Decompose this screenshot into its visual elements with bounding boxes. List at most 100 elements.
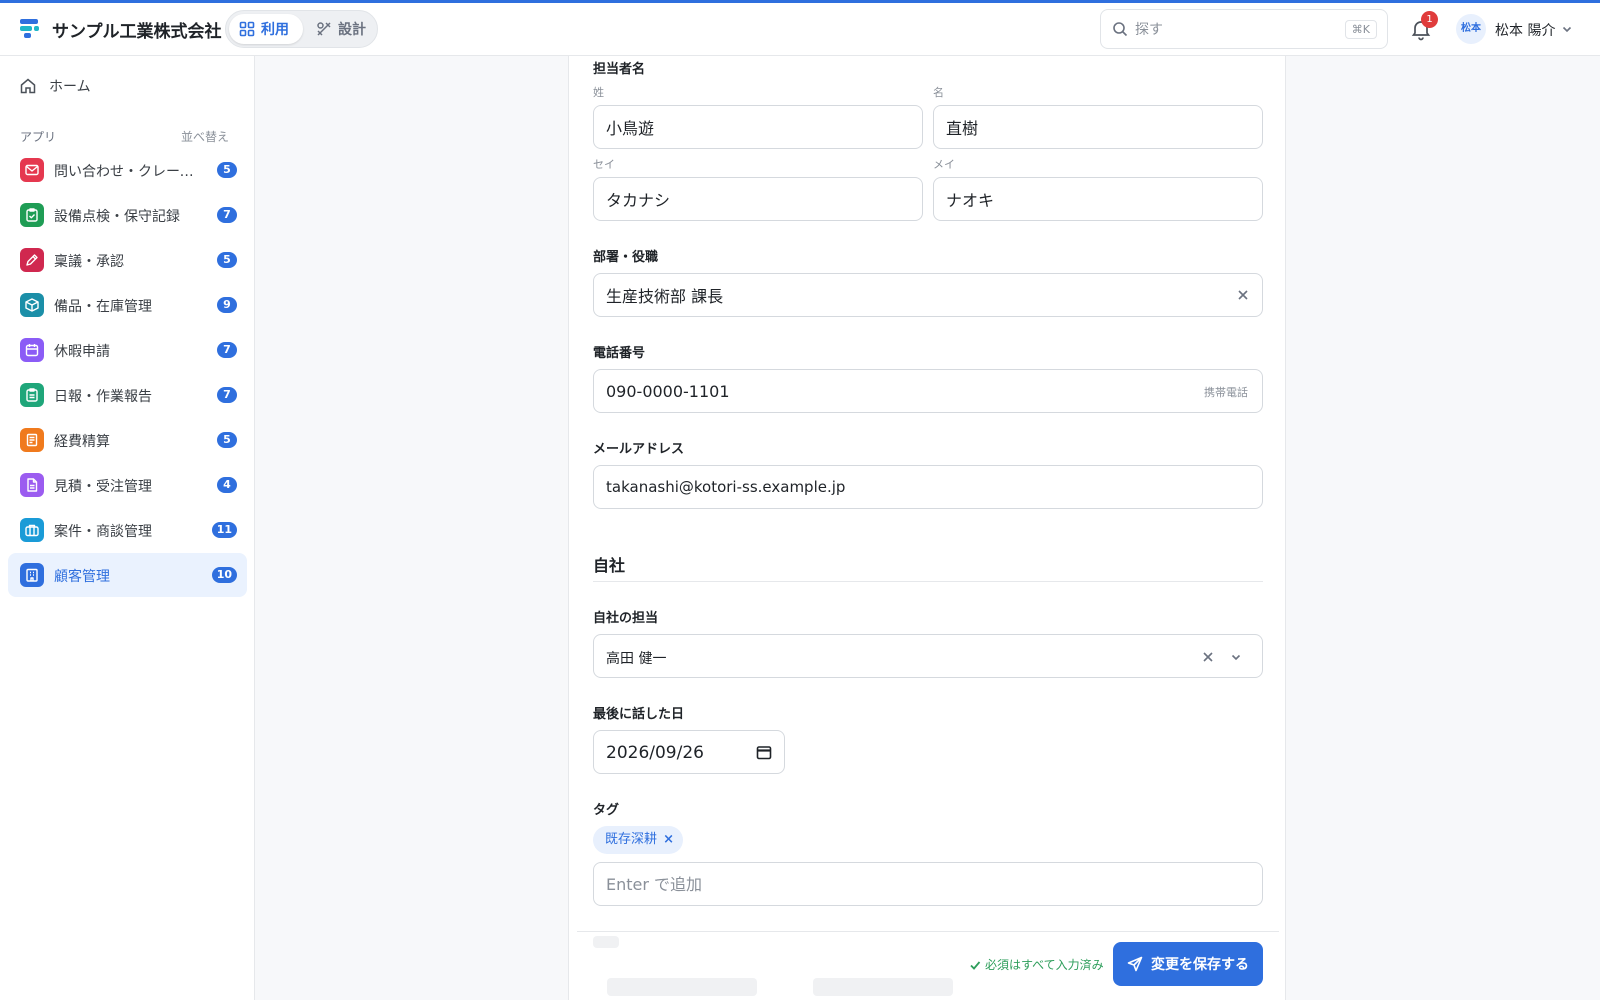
faded-content <box>607 978 757 996</box>
sidebar-app-label: 見積・受注管理 <box>54 479 152 495</box>
user-name[interactable]: 松本 陽介 <box>1495 20 1555 40</box>
search-input[interactable] <box>1135 18 1315 42</box>
avatar[interactable]: 松本 <box>1456 14 1486 44</box>
owner-selected-value: 高田 健一 <box>606 651 667 667</box>
email-label: メールアドレス <box>593 442 685 457</box>
mode-design-label: 設計 <box>338 22 366 38</box>
sidebar-app-label: 経費精算 <box>54 434 110 450</box>
last-kana-field[interactable] <box>593 177 923 221</box>
contact-name-label: 担当者名 <box>593 62 646 77</box>
check-icon <box>970 960 981 970</box>
phone-type-hint: 携帯電話 <box>1204 386 1248 399</box>
tools-icon <box>317 22 331 36</box>
faded-content <box>813 978 953 996</box>
last-kana-label: セイ <box>593 158 615 171</box>
section-divider <box>593 581 1263 582</box>
building-icon <box>20 563 44 587</box>
notification-badge: 1 <box>1421 11 1438 28</box>
sidebar-app-count-badge: 11 <box>211 522 237 538</box>
customer-edit-form: 担当者名 姓 名 セイ メイ 部署・役職 電話番号 携帯電話 メールアドレス 自… <box>568 56 1286 1000</box>
tags-label: タグ <box>593 803 620 818</box>
footer-divider <box>577 931 1279 932</box>
department-label: 部署・役職 <box>593 250 659 265</box>
last-name-field[interactable] <box>593 105 923 149</box>
sidebar-app-count-badge: 5 <box>217 432 237 448</box>
chevron-down-icon[interactable] <box>1230 651 1242 663</box>
sidebar-app-item[interactable]: 備品・在庫管理 9 <box>8 283 247 327</box>
clipboard-icon <box>20 383 44 407</box>
sidebar-app-count-badge: 10 <box>211 567 237 583</box>
last-talk-date-value: 2026/09/26 <box>606 743 704 763</box>
first-name-field[interactable] <box>933 105 1263 149</box>
email-field[interactable] <box>593 465 1263 509</box>
sidebar-app-item[interactable]: 問い合わせ・クレーム管理 5 <box>8 148 247 192</box>
tag-input[interactable] <box>593 862 1263 906</box>
last-talk-date-field[interactable]: 2026/09/26 <box>593 730 785 774</box>
pen-icon <box>20 248 44 272</box>
sidebar-app-count-badge: 5 <box>217 252 237 268</box>
briefcase-icon <box>20 518 44 542</box>
grid-icon <box>239 21 255 37</box>
sidebar-app-item[interactable]: 稟議・承認 5 <box>8 238 247 282</box>
phone-field[interactable] <box>593 369 1263 413</box>
search-icon <box>1113 22 1128 37</box>
last-name-label: 姓 <box>593 86 604 99</box>
sidebar-app-count-badge: 7 <box>217 387 237 403</box>
owner-select[interactable]: 高田 健一 <box>593 634 1263 678</box>
first-name-label: 名 <box>933 86 944 99</box>
sidebar-app-count-badge: 7 <box>217 342 237 358</box>
last-talk-label: 最後に話した日 <box>593 707 685 722</box>
sidebar-app-item[interactable]: 顧客管理 10 <box>8 553 247 597</box>
sidebar-app-count-badge: 9 <box>217 297 237 313</box>
tag-chip-label: 既存深耕 <box>605 832 658 847</box>
department-field[interactable] <box>593 273 1263 317</box>
tag-chip: 既存深耕 × <box>593 826 684 854</box>
receipt-icon <box>20 428 44 452</box>
sidebar-app-item[interactable]: 設備点検・保守記録 7 <box>8 193 247 237</box>
sidebar-app-label: 日報・作業報告 <box>54 389 152 405</box>
apps-section-label: アプリ <box>20 130 57 144</box>
mail-icon <box>20 158 44 182</box>
sidebar-app-count-badge: 4 <box>217 477 237 493</box>
owner-label: 自社の担当 <box>593 611 659 626</box>
clear-icon[interactable] <box>1237 289 1249 301</box>
global-search: ⌘K <box>1100 9 1388 49</box>
sidebar: ホーム アプリ 並べ替え 問い合わせ・クレーム管理 5 設備点検・保守記録 7 稟議・承… <box>0 56 255 1000</box>
send-icon <box>1127 956 1143 972</box>
clear-icon[interactable] <box>1202 651 1214 663</box>
phone-label: 電話番号 <box>593 346 646 361</box>
sidebar-app-item[interactable]: 案件・商談管理 11 <box>8 508 247 552</box>
clipboard-check-icon <box>20 203 44 227</box>
faded-content <box>593 936 619 948</box>
mode-use-button[interactable]: 利用 <box>229 14 303 44</box>
section-title-company: 自社 <box>593 556 626 575</box>
app-header: サンプル工業株式会社 利用 設計 ⌘K 1 松本 松本 陽介 <box>0 3 1600 56</box>
sidebar-app-label: 設備点検・保守記録 <box>54 209 180 225</box>
sidebar-app-count-badge: 7 <box>217 207 237 223</box>
sidebar-app-item[interactable]: 日報・作業報告 7 <box>8 373 247 417</box>
mode-use-label: 利用 <box>261 22 289 38</box>
mode-toggle: 利用 設計 <box>225 10 378 48</box>
required-note-text: 必須はすべて入力済み <box>985 958 1104 972</box>
sidebar-app-item[interactable]: 見積・受注管理 4 <box>8 463 247 507</box>
app-logo-icon <box>20 19 39 38</box>
calendar-icon[interactable] <box>756 744 772 760</box>
sidebar-app-item[interactable]: 経費精算 5 <box>8 418 247 462</box>
sidebar-app-label: 備品・在庫管理 <box>54 299 152 315</box>
box-icon <box>20 293 44 317</box>
first-kana-field[interactable] <box>933 177 1263 221</box>
tag-remove-button[interactable]: × <box>663 826 674 854</box>
chevron-down-icon[interactable] <box>1561 23 1573 35</box>
mode-design-button[interactable]: 設計 <box>306 14 376 44</box>
company-name: サンプル工業株式会社 <box>52 22 222 42</box>
document-icon <box>20 473 44 497</box>
sidebar-app-label: 案件・商談管理 <box>54 524 152 540</box>
sort-apps-button[interactable]: 並べ替え <box>181 128 229 145</box>
sidebar-home-label: ホーム <box>49 79 91 95</box>
home-icon <box>20 78 36 94</box>
required-complete-note: 必須はすべて入力済み <box>969 956 1104 973</box>
save-button[interactable]: 変更を保存する <box>1113 942 1263 986</box>
sidebar-item-home[interactable]: ホーム <box>19 76 91 96</box>
sidebar-app-item[interactable]: 休暇申請 7 <box>8 328 247 372</box>
sidebar-app-label: 問い合わせ・クレーム管理 <box>54 164 204 180</box>
